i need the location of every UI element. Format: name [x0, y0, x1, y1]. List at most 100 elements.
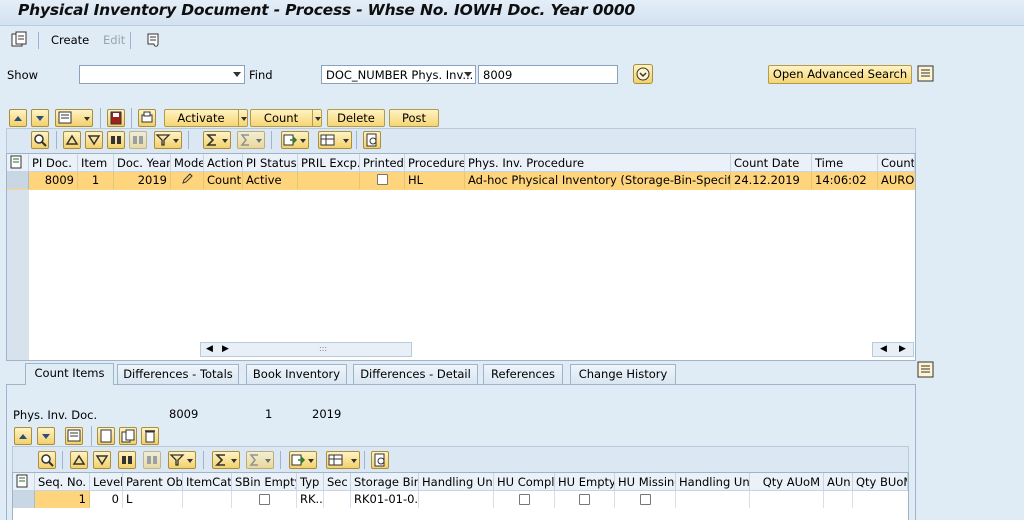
cell-qty-auom[interactable]	[750, 491, 824, 508]
items-print-preview-button[interactable]	[371, 451, 389, 469]
items-sort-ascending-button[interactable]	[70, 451, 88, 469]
subtotal-button[interactable]	[237, 131, 265, 149]
find-button[interactable]	[31, 131, 49, 149]
filter-button[interactable]	[154, 131, 182, 149]
col-header-mode[interactable]: Mode	[171, 154, 204, 172]
scroll-right-icon[interactable]: ▶	[899, 344, 906, 354]
cell-qty-buom[interactable]	[853, 491, 908, 508]
cell-doc-year[interactable]: 2019	[114, 172, 171, 189]
tab-settings-icon[interactable]	[917, 361, 934, 378]
script-icon[interactable]	[144, 31, 162, 49]
col-header-procedure[interactable]: Procedure	[405, 154, 465, 172]
col-header-hu-missing[interactable]: HU Missing	[615, 473, 676, 491]
activate-menu-arrow[interactable]	[238, 110, 247, 126]
horizontal-scrollbar[interactable]: ◀ ▶ :::	[200, 342, 412, 357]
find-field-dropdown[interactable]: DOC_NUMBER Phys. Inv...	[321, 65, 476, 84]
export-button[interactable]	[281, 131, 309, 149]
tab-change-history[interactable]: Change History	[570, 364, 676, 384]
cell-mode[interactable]	[171, 172, 204, 189]
col-header-doc-year[interactable]: Doc. Year	[114, 154, 171, 172]
cell-procedure[interactable]: HL	[405, 172, 465, 189]
items-subtotal-button[interactable]	[246, 451, 274, 469]
col-header-count-date[interactable]: Count Date	[731, 154, 812, 172]
items-sum-button[interactable]	[212, 451, 240, 469]
col-header-seq-no[interactable]: Seq. No.	[35, 473, 90, 491]
open-advanced-search-button[interactable]: Open Advanced Search	[768, 65, 912, 84]
select-all-icon[interactable]	[7, 154, 29, 172]
tab-count-items[interactable]: Count Items	[25, 363, 114, 385]
find-binoculars-button[interactable]	[107, 131, 125, 149]
display-change-icon[interactable]	[10, 31, 28, 49]
cell-handling-unit[interactable]	[419, 491, 494, 508]
tab-differences-totals[interactable]: Differences - Totals	[117, 364, 239, 384]
cell-action[interactable]: Count	[204, 172, 243, 189]
print-preview-button[interactable]	[363, 131, 381, 149]
edit-button[interactable]: Edit	[103, 33, 125, 47]
sum-button[interactable]	[203, 131, 231, 149]
copy-item-button[interactable]	[119, 427, 137, 445]
col-header-storage-bin[interactable]: Storage Bin	[351, 473, 419, 491]
cell-itemcat[interactable]	[183, 491, 232, 508]
sort-ascending-button[interactable]	[63, 131, 81, 149]
col-header-counter[interactable]: Counte	[878, 154, 915, 172]
col-header-itemcat[interactable]: ItemCat	[183, 473, 232, 491]
cell-parent-obj[interactable]: L	[123, 491, 183, 508]
scroll-right-icon[interactable]: ▶	[222, 344, 229, 354]
col-header-qty-buom[interactable]: Qty BUoM	[853, 473, 908, 491]
delete-button[interactable]: Delete	[327, 109, 385, 127]
items-select-all[interactable]	[13, 473, 35, 491]
col-header-qty-auom[interactable]: Qty AUoM	[750, 473, 824, 491]
hu-compl-checkbox[interactable]	[518, 494, 530, 505]
col-header-hu-compl[interactable]: HU Compl.	[494, 473, 555, 491]
col-header-phys-inv-procedure[interactable]: Phys. Inv. Procedure	[465, 154, 731, 172]
hu-empty-checkbox[interactable]	[579, 494, 590, 505]
items-export-button[interactable]	[289, 451, 317, 469]
items-move-down-button[interactable]	[37, 427, 55, 445]
hu-missing-checkbox[interactable]	[639, 494, 651, 505]
items-sort-descending-button[interactable]	[93, 451, 111, 469]
table-row[interactable]: 1 0 L RK... RK01-01-0...	[13, 491, 908, 509]
col-header-printed[interactable]: Printed	[360, 154, 405, 172]
find-value-input[interactable]: 8009	[478, 65, 618, 84]
row-selector[interactable]	[13, 491, 35, 508]
scroll-left-icon[interactable]: ◀	[880, 344, 887, 354]
col-header-pril-excp[interactable]: PRIL Excp.	[298, 154, 360, 172]
items-move-up-button[interactable]	[14, 427, 32, 445]
cell-phys-inv-procedure[interactable]: Ad-hoc Physical Inventory (Storage-Bin-S…	[465, 172, 731, 189]
scroll-left-icon[interactable]: ◀	[206, 344, 213, 354]
cell-typ[interactable]: RK...	[297, 491, 324, 508]
delete-item-button[interactable]	[141, 427, 159, 445]
items-details-button[interactable]	[65, 427, 83, 445]
sbin-empty-checkbox[interactable]	[258, 494, 270, 505]
items-layout-button[interactable]	[326, 451, 360, 469]
table-row[interactable]: 8009 1 2019 Count Active HL Ad-hoc Physi…	[7, 172, 915, 190]
execute-search-button[interactable]	[633, 64, 653, 84]
move-down-button[interactable]	[31, 109, 49, 127]
items-find-button[interactable]	[38, 451, 56, 469]
col-header-parent-obj[interactable]: Parent Obj	[123, 473, 183, 491]
cell-item[interactable]: 1	[78, 172, 114, 189]
cell-count-date[interactable]: 24.12.2019	[731, 172, 812, 189]
layout-button[interactable]	[318, 131, 352, 149]
scroll-grip[interactable]: :::	[319, 344, 327, 353]
col-header-pi-status[interactable]: PI Status	[243, 154, 298, 172]
col-header-action[interactable]: Action	[204, 154, 243, 172]
count-button[interactable]: Count	[250, 109, 322, 127]
cell-pi-doc[interactable]: 8009	[29, 172, 78, 189]
create-button[interactable]: Create	[51, 33, 89, 47]
cell-pi-status[interactable]: Active	[243, 172, 298, 189]
print-button[interactable]	[138, 109, 156, 127]
cell-handling-unit-2[interactable]	[676, 491, 750, 508]
col-header-level[interactable]: Level	[90, 473, 123, 491]
tab-differences-detail[interactable]: Differences - Detail	[353, 364, 478, 384]
count-menu-arrow[interactable]	[312, 110, 321, 126]
horizontal-scrollbar-right[interactable]: ◀ ▶	[872, 342, 914, 357]
tab-book-inventory[interactable]: Book Inventory	[246, 364, 347, 384]
col-header-item[interactable]: Item	[78, 154, 114, 172]
show-dropdown[interactable]	[79, 65, 245, 84]
cell-sec[interactable]	[324, 491, 351, 508]
activate-button[interactable]: Activate	[164, 109, 248, 127]
col-header-pi-doc[interactable]: PI Doc.	[29, 154, 78, 172]
move-up-button[interactable]	[9, 109, 27, 127]
layout-settings-icon[interactable]	[917, 65, 934, 82]
